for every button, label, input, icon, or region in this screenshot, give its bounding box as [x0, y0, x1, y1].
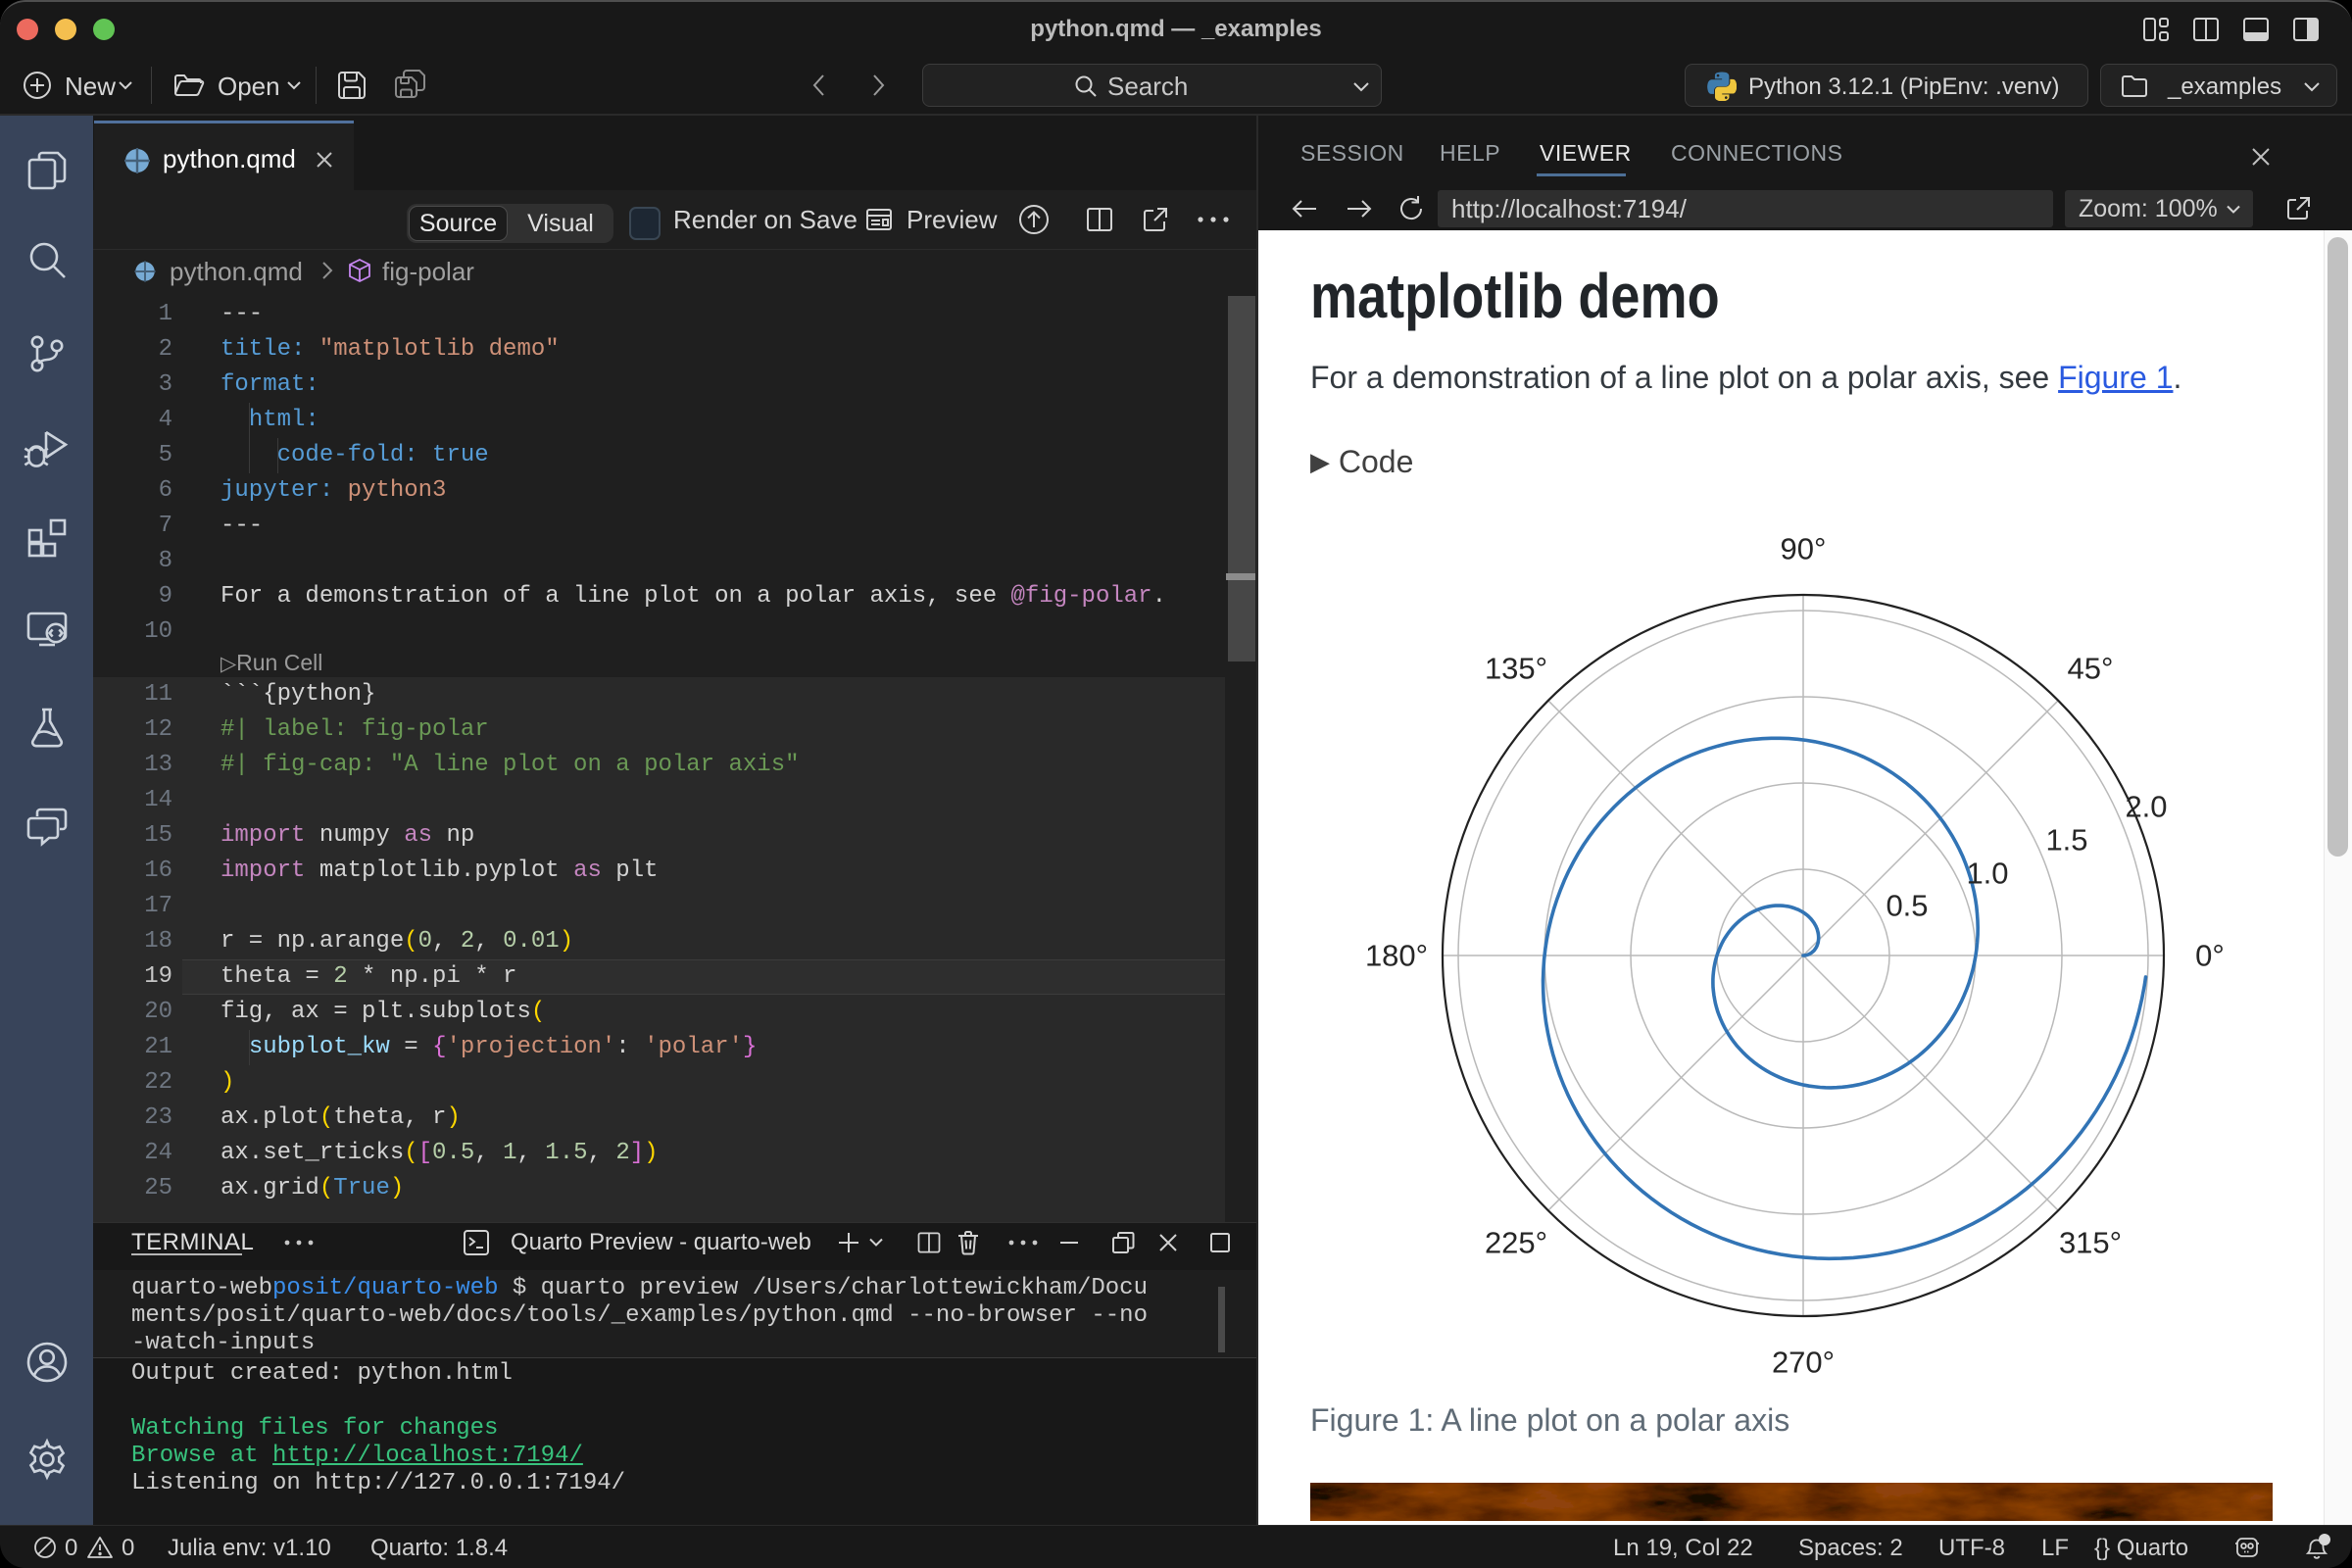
svg-text:180°: 180°: [1365, 939, 1428, 973]
svg-text:2.0: 2.0: [2125, 790, 2167, 824]
svg-text:45°: 45°: [2068, 652, 2114, 686]
svg-text:225°: 225°: [1485, 1226, 1547, 1260]
svg-text:0°: 0°: [2195, 939, 2225, 973]
svg-text:1.5: 1.5: [2045, 823, 2087, 858]
svg-text:315°: 315°: [2059, 1226, 2122, 1260]
svg-text:90°: 90°: [1781, 532, 1827, 566]
svg-text:270°: 270°: [1772, 1346, 1835, 1380]
svg-text:135°: 135°: [1485, 652, 1547, 686]
svg-text:0.5: 0.5: [1886, 889, 1928, 923]
svg-text:1.0: 1.0: [1966, 857, 2008, 891]
